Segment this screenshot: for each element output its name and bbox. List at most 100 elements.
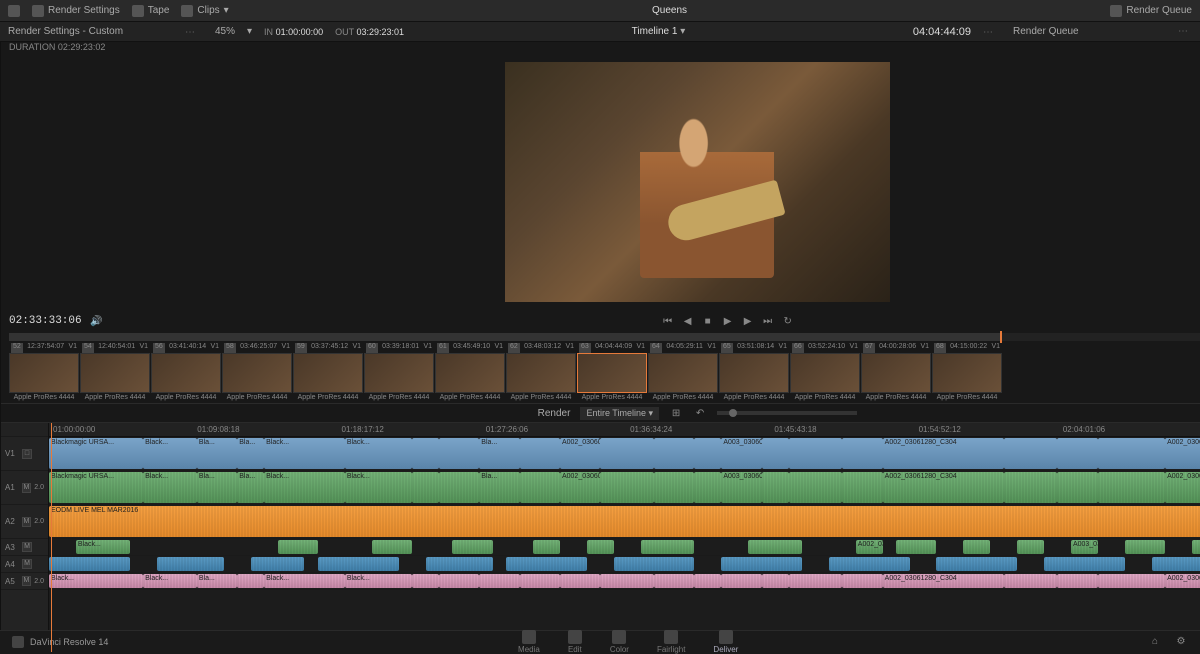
clip[interactable] xyxy=(1098,438,1165,469)
clip[interactable] xyxy=(829,557,910,571)
render-queue-tab[interactable]: Render Queue xyxy=(1110,5,1192,17)
clip[interactable] xyxy=(1004,438,1058,469)
clip[interactable]: A002_03060735... xyxy=(560,438,600,469)
thumbnail[interactable]: 6003:39:18:01V1Apple ProRes 4444 xyxy=(364,343,434,401)
thumbnail[interactable]: 6603:52:24:10V1Apple ProRes 4444 xyxy=(790,343,860,401)
clip[interactable] xyxy=(1098,472,1165,503)
clip[interactable]: A002_03061280_C304 xyxy=(883,472,1004,503)
clip[interactable] xyxy=(789,472,843,503)
first-frame-button[interactable]: ⏮ xyxy=(661,314,675,328)
clip[interactable]: Bla... xyxy=(197,574,237,588)
next-frame-button[interactable]: ▶ xyxy=(741,314,755,328)
options-icon[interactable]: ⋯ xyxy=(185,27,199,37)
clip[interactable]: EODM LIVE MEL MAR2016 xyxy=(49,506,1200,537)
clip[interactable] xyxy=(1057,438,1097,469)
play-button[interactable]: ▶ xyxy=(721,314,735,328)
clip[interactable]: Black... xyxy=(264,574,345,588)
clip[interactable] xyxy=(600,472,654,503)
clip[interactable] xyxy=(237,574,264,588)
home-icon[interactable]: ⌂ xyxy=(1148,635,1162,649)
clip[interactable] xyxy=(426,557,493,571)
current-timecode[interactable]: 02:33:33:06 xyxy=(9,315,82,327)
clip[interactable]: A003_03060738... xyxy=(721,472,761,503)
clip[interactable]: Black... xyxy=(76,540,130,554)
thumbnail[interactable]: 6704:00:28:06V1Apple ProRes 4444 xyxy=(861,343,931,401)
clip[interactable] xyxy=(560,574,600,588)
track-header-a5[interactable]: A5M2.0 xyxy=(1,573,48,590)
zoom-slider[interactable] xyxy=(717,411,857,415)
clip[interactable]: Blackmagic URSA... xyxy=(49,438,143,469)
tape-tab[interactable]: Tape xyxy=(132,5,170,17)
thumbnail[interactable]: 6404:05:29:11V1Apple ProRes 4444 xyxy=(648,343,718,401)
clip[interactable]: A002_03061280_C304 xyxy=(883,438,1004,469)
clip[interactable] xyxy=(694,574,721,588)
clip[interactable]: Bla... xyxy=(197,472,237,503)
clip[interactable] xyxy=(520,574,560,588)
clip[interactable]: A002_03061280_C304 xyxy=(1165,472,1200,503)
viewer-scrubber[interactable] xyxy=(9,333,1200,341)
clip[interactable]: A002_03060735... xyxy=(560,472,600,503)
clip[interactable] xyxy=(600,438,654,469)
clip[interactable] xyxy=(654,472,694,503)
playhead[interactable] xyxy=(51,423,52,652)
track-header-v1[interactable]: V1□ xyxy=(1,437,48,471)
clip[interactable]: A002_03061280_C304 xyxy=(1165,574,1200,588)
render-settings-tab[interactable]: Render Settings xyxy=(32,5,120,17)
clip[interactable]: Bla... xyxy=(197,438,237,469)
clip[interactable] xyxy=(439,472,479,503)
clip[interactable] xyxy=(654,574,694,588)
volume-icon[interactable]: 🔊 xyxy=(90,314,104,328)
clip[interactable] xyxy=(439,574,479,588)
clip[interactable] xyxy=(1152,557,1200,571)
last-frame-button[interactable]: ⏭ xyxy=(761,314,775,328)
clip[interactable] xyxy=(936,557,1017,571)
range-icon-2[interactable]: ↶ xyxy=(693,406,707,420)
clip[interactable]: Black... xyxy=(143,574,197,588)
clip[interactable]: Black... xyxy=(345,574,412,588)
clip[interactable]: Blackmagic URSA... xyxy=(49,472,143,503)
page-media[interactable]: Media xyxy=(518,630,540,654)
thumbnail[interactable]: 5212:37:54:07V1Apple ProRes 4444 xyxy=(9,343,79,401)
clip[interactable] xyxy=(479,574,519,588)
clip[interactable]: Bla... xyxy=(479,438,519,469)
clip[interactable]: Black... xyxy=(264,438,345,469)
clip[interactable] xyxy=(372,540,412,554)
loop-button[interactable]: ↻ xyxy=(781,314,795,328)
track-header-a2[interactable]: A2M2.0 xyxy=(1,505,48,539)
clip[interactable] xyxy=(789,574,843,588)
clip[interactable] xyxy=(1125,540,1165,554)
page-edit[interactable]: Edit xyxy=(568,630,582,654)
track-header-a3[interactable]: A3M xyxy=(1,539,48,556)
clip[interactable] xyxy=(452,540,492,554)
clip[interactable] xyxy=(1192,540,1200,554)
clip[interactable] xyxy=(251,557,305,571)
clip[interactable]: A002_03060735... xyxy=(856,540,883,554)
clip[interactable] xyxy=(1098,574,1165,588)
clip[interactable] xyxy=(721,557,802,571)
thumbnail[interactable]: 5603:41:40:14V1Apple ProRes 4444 xyxy=(151,343,221,401)
clip[interactable] xyxy=(49,557,130,571)
clip[interactable] xyxy=(789,438,843,469)
clip[interactable]: Black... xyxy=(264,472,345,503)
clip[interactable] xyxy=(721,574,761,588)
clip[interactable] xyxy=(614,557,695,571)
clip[interactable]: Black... xyxy=(345,438,412,469)
clip[interactable]: Black... xyxy=(143,438,197,469)
clip[interactable] xyxy=(1004,574,1058,588)
clip[interactable] xyxy=(412,472,439,503)
timeline-ruler[interactable]: 01:00:00:0001:09:08:1801:18:17:1201:27:2… xyxy=(49,423,1200,437)
thumbnail[interactable]: 6203:48:03:12V1Apple ProRes 4444 xyxy=(506,343,576,401)
clip[interactable] xyxy=(1044,557,1125,571)
clip[interactable] xyxy=(1057,472,1097,503)
clip[interactable] xyxy=(1017,540,1044,554)
clip[interactable]: Black... xyxy=(49,574,143,588)
thumbnail[interactable]: 6304:04:44:09V1Apple ProRes 4444 xyxy=(577,343,647,401)
clip[interactable] xyxy=(842,574,882,588)
clip[interactable] xyxy=(896,540,936,554)
page-color[interactable]: Color xyxy=(610,630,629,654)
clip[interactable] xyxy=(278,540,318,554)
thumbnail[interactable]: 6503:51:08:14V1Apple ProRes 4444 xyxy=(719,343,789,401)
track-header-a1[interactable]: A1M2.0 xyxy=(1,471,48,505)
clip[interactable]: Black... xyxy=(143,472,197,503)
options-icon[interactable]: ⋯ xyxy=(983,27,997,37)
